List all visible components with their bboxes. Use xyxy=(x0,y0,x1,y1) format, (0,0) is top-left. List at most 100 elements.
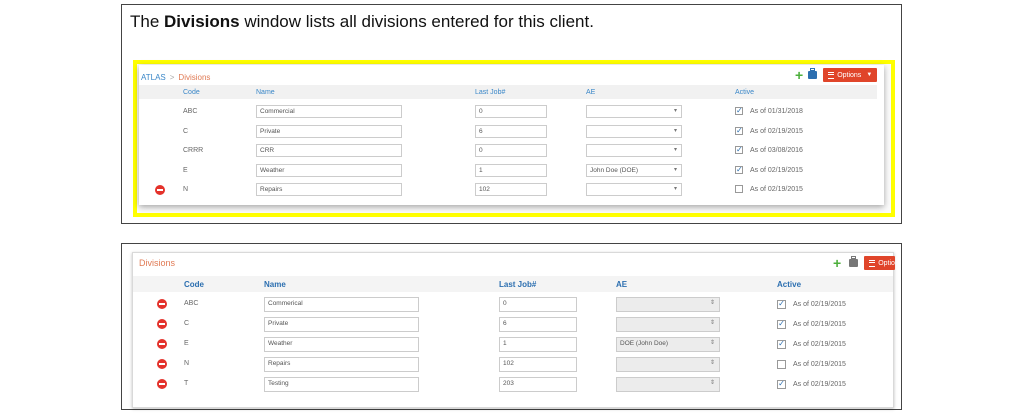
options-button-label: Optio xyxy=(878,259,895,267)
breadcrumb-separator: > xyxy=(169,73,175,82)
active-date: As of 01/31/2018 xyxy=(750,108,803,115)
code-cell: E xyxy=(183,166,188,174)
column-header-lastjob[interactable]: Last Job# xyxy=(499,280,536,289)
document-row-1: The Divisions window lists all divisions… xyxy=(121,4,902,224)
ae-select[interactable]: ⇕ xyxy=(616,377,720,392)
printer-icon[interactable] xyxy=(849,256,859,267)
chevron-down-icon: ▾ xyxy=(673,186,677,192)
options-button[interactable]: Optio xyxy=(864,256,895,270)
ae-select[interactable]: ▾ xyxy=(586,144,682,157)
ae-select[interactable]: ▾ xyxy=(586,183,682,196)
table-header-bar xyxy=(139,85,877,99)
ae-select[interactable]: ⇕ xyxy=(616,297,720,312)
column-header-ae[interactable]: AE xyxy=(586,89,595,96)
active-checkbox[interactable]: ✓ xyxy=(777,380,786,389)
delete-icon[interactable] xyxy=(157,319,167,329)
updown-arrows-icon: ⇕ xyxy=(709,300,715,306)
active-date: As of 02/19/2015 xyxy=(793,321,846,328)
column-header-name[interactable]: Name xyxy=(256,89,275,96)
name-input[interactable]: Weather xyxy=(256,163,402,177)
code-cell: C xyxy=(183,127,189,135)
column-header-code[interactable]: Code xyxy=(184,280,204,289)
code-cell: N xyxy=(184,360,190,367)
breadcrumb-root[interactable]: ATLAS xyxy=(141,73,166,82)
printer-icon[interactable] xyxy=(808,68,818,79)
column-header-code[interactable]: Code xyxy=(183,89,200,96)
lastjob-input[interactable]: 6 xyxy=(499,317,577,332)
ae-select[interactable]: ⇕ xyxy=(616,317,720,332)
delete-icon[interactable] xyxy=(157,339,167,349)
updown-arrows-icon: ⇕ xyxy=(709,360,715,366)
chevron-down-icon: ▾ xyxy=(673,108,677,114)
column-header-ae[interactable]: AE xyxy=(616,280,627,289)
active-checkbox[interactable]: ✓ xyxy=(735,146,743,154)
list-icon xyxy=(828,71,835,79)
column-header-active[interactable]: Active xyxy=(735,89,754,96)
ae-select-value: DOE (John Doe) xyxy=(620,340,669,347)
updown-arrows-icon: ⇕ xyxy=(709,380,715,386)
lastjob-input[interactable]: 6 xyxy=(475,124,547,138)
code-cell: ABC xyxy=(184,300,199,307)
lastjob-input[interactable]: 102 xyxy=(475,183,547,196)
name-input[interactable]: Private xyxy=(256,124,402,138)
code-cell: C xyxy=(184,320,190,327)
divisions-panel-screenshot-1: ATLAS > Divisions + Options ▼ Code Name Las… xyxy=(139,65,884,205)
active-checkbox[interactable]: ✓ xyxy=(777,340,786,349)
active-date: As of 02/19/2015 xyxy=(750,186,803,193)
chevron-down-icon: ▼ xyxy=(866,72,873,78)
ae-select[interactable]: ▾ xyxy=(586,124,682,138)
column-header-active[interactable]: Active xyxy=(777,280,801,289)
table-row: C Private 6 ⇕ ✓ As of 02/19/2015 xyxy=(133,316,893,334)
ae-select[interactable]: ▾ xyxy=(586,105,682,118)
active-date: As of 02/19/2015 xyxy=(750,127,803,135)
lastjob-input[interactable]: 0 xyxy=(475,144,547,157)
lastjob-input[interactable]: 203 xyxy=(499,377,577,392)
ae-select[interactable]: John Doe (DOE) ▾ xyxy=(586,163,682,177)
ae-select[interactable]: ⇕ xyxy=(616,357,720,372)
code-cell: T xyxy=(184,380,189,387)
column-header-name[interactable]: Name xyxy=(264,280,286,289)
active-date: As of 02/19/2015 xyxy=(750,166,803,174)
delete-icon[interactable] xyxy=(157,359,167,369)
active-checkbox[interactable]: ✓ xyxy=(735,107,743,115)
ae-select[interactable]: DOE (John Doe) ⇕ xyxy=(616,337,720,352)
add-icon[interactable]: + xyxy=(795,68,803,82)
lastjob-input[interactable]: 1 xyxy=(475,163,547,177)
column-header-lastjob[interactable]: Last Job# xyxy=(475,89,505,96)
lastjob-input[interactable]: 0 xyxy=(475,105,547,118)
table-row: E Weather 1 DOE (John Doe) ⇕ ✓ As of 02/19/201… xyxy=(133,336,893,354)
active-date: As of 02/19/2015 xyxy=(793,361,846,368)
name-input[interactable]: Weather xyxy=(264,337,419,352)
options-button-label: Options xyxy=(837,71,862,79)
delete-icon[interactable] xyxy=(157,379,167,389)
name-input[interactable]: Testing xyxy=(264,377,419,392)
active-date: As of 02/19/2015 xyxy=(793,381,846,388)
active-checkbox[interactable] xyxy=(735,185,743,193)
lastjob-input[interactable]: 0 xyxy=(499,297,577,312)
name-input[interactable]: Private xyxy=(264,317,419,332)
breadcrumb-current: Divisions xyxy=(178,73,211,82)
active-checkbox[interactable] xyxy=(777,360,786,369)
name-input[interactable]: Commercial xyxy=(256,105,402,118)
active-date: As of 03/08/2016 xyxy=(750,147,803,154)
name-input[interactable]: Repairs xyxy=(256,183,402,196)
table-row: ABC Commerical 0 ⇕ ✓ As of 02/19/2015 xyxy=(133,296,893,314)
add-icon[interactable]: + xyxy=(833,256,841,270)
name-input[interactable]: Commerical xyxy=(264,297,419,312)
caption-bold-term: Divisions xyxy=(164,12,240,31)
delete-icon[interactable] xyxy=(155,185,165,195)
updown-arrows-icon: ⇕ xyxy=(709,340,715,346)
lastjob-input[interactable]: 102 xyxy=(499,357,577,372)
options-button[interactable]: Options ▼ xyxy=(823,68,878,82)
breadcrumb: ATLAS > Divisions xyxy=(141,73,210,82)
delete-icon[interactable] xyxy=(157,299,167,309)
lastjob-input[interactable]: 1 xyxy=(499,337,577,352)
active-checkbox[interactable]: ✓ xyxy=(735,165,743,174)
active-checkbox[interactable]: ✓ xyxy=(777,320,786,329)
name-input[interactable]: CRR xyxy=(256,144,402,157)
active-checkbox[interactable]: ✓ xyxy=(735,126,743,135)
name-input[interactable]: Repairs xyxy=(264,357,419,372)
active-checkbox[interactable]: ✓ xyxy=(777,300,786,309)
chevron-down-icon: ▾ xyxy=(673,147,677,153)
table-row: ABC Commercial 0 ▾ ✓ As of 01/31/2018 xyxy=(139,105,877,121)
